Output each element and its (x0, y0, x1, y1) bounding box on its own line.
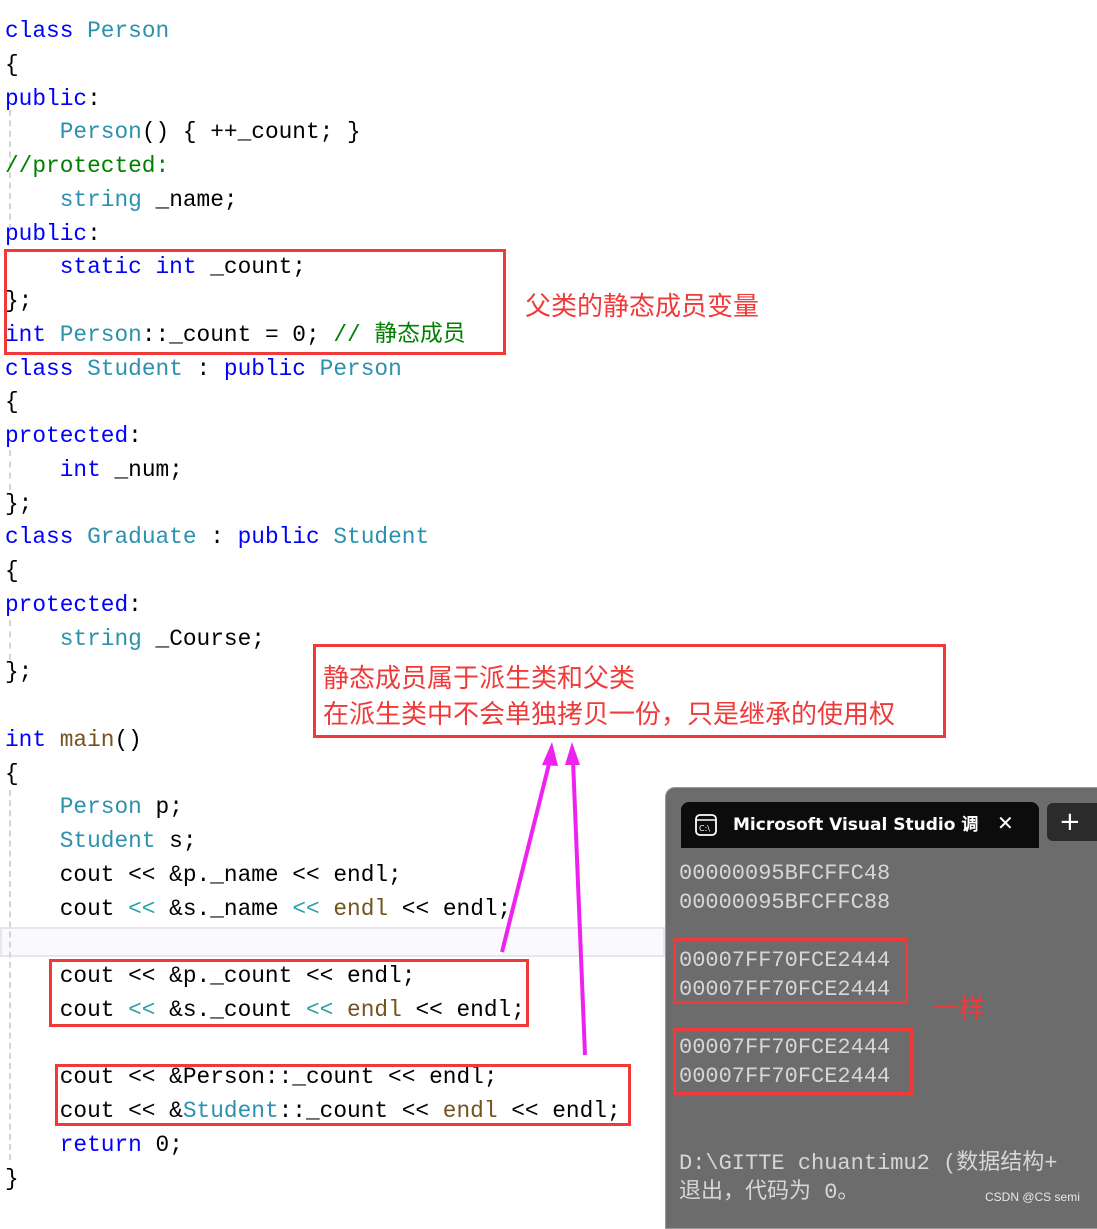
arrow-2 (565, 742, 587, 1056)
arrow-1 (500, 742, 558, 953)
arrows (500, 742, 587, 1056)
